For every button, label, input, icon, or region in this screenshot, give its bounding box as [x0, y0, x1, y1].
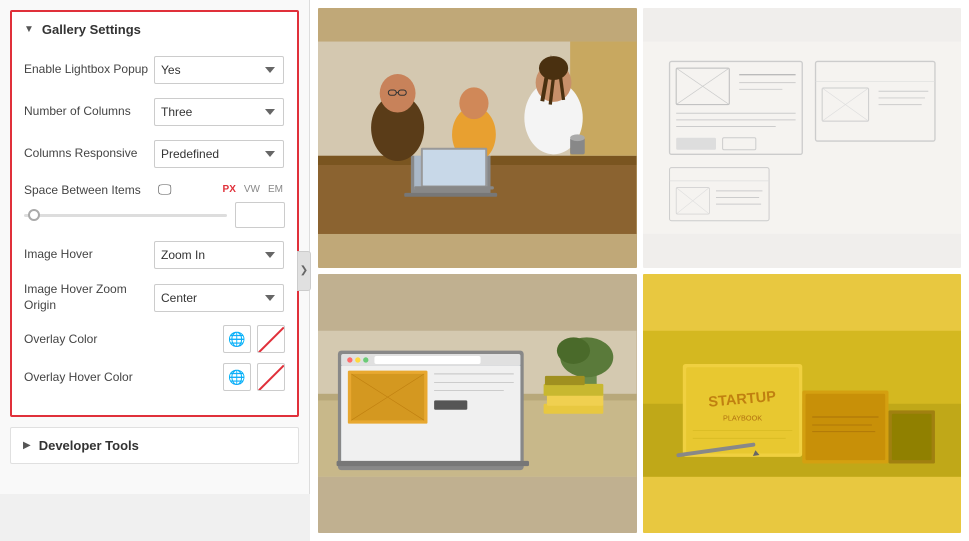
developer-tools-header[interactable]: ▶ Developer Tools	[11, 428, 298, 463]
enable-lightbox-label: Enable Lightbox Popup	[24, 62, 154, 78]
gallery-item-team	[318, 8, 637, 268]
image-hover-zoom-origin-row: Image Hover Zoom Origin Center Top Botto…	[24, 282, 285, 313]
sketch-photo-svg	[643, 8, 962, 268]
left-panel: ▼ Gallery Settings Enable Lightbox Popup…	[0, 0, 310, 541]
enable-lightbox-row: Enable Lightbox Popup Yes No	[24, 55, 285, 85]
number-of-columns-label: Number of Columns	[24, 104, 154, 120]
columns-responsive-control: Predefined Custom	[154, 140, 285, 168]
gallery-settings-title: Gallery Settings	[42, 22, 141, 37]
monitor-icon: 🖵	[158, 181, 172, 198]
overlay-hover-color-row: Overlay Hover Color 🌐	[24, 363, 285, 391]
image-hover-zoom-origin-select[interactable]: Center Top Bottom Left Right	[154, 284, 284, 312]
overlay-hover-color-swatch-button[interactable]	[257, 363, 285, 391]
developer-tools-expand-icon: ▶	[23, 440, 31, 451]
space-row-top: Space Between Items 🖵 PX VW EM	[24, 181, 285, 198]
gallery-layout: STARTUP PLAYBOOK	[310, 0, 969, 541]
gallery-settings-body: Enable Lightbox Popup Yes No Number of C…	[12, 47, 297, 415]
columns-responsive-label: Columns Responsive	[24, 146, 154, 162]
image-hover-label: Image Hover	[24, 247, 154, 263]
laptop-photo-svg	[318, 274, 637, 534]
overlay-hover-color-swatch	[258, 364, 284, 390]
team-photo-svg	[318, 8, 637, 268]
unit-px-button[interactable]: PX	[221, 183, 238, 196]
overlay-hover-color-global-button[interactable]: 🌐	[223, 363, 251, 391]
gallery-item-startup: STARTUP PLAYBOOK	[643, 274, 962, 534]
overlay-color-row: Overlay Color 🌐	[24, 325, 285, 353]
gallery-settings-collapse-icon: ▼	[24, 24, 34, 35]
enable-lightbox-select[interactable]: Yes No	[154, 56, 284, 84]
overlay-color-swatch-button[interactable]	[257, 325, 285, 353]
developer-tools-title: Developer Tools	[39, 438, 139, 453]
enable-lightbox-control: Yes No	[154, 56, 285, 84]
overlay-color-swatch	[258, 326, 284, 352]
overlay-color-diagonal	[258, 326, 284, 352]
overlay-color-label: Overlay Color	[24, 332, 154, 346]
image-hover-zoom-origin-control: Center Top Bottom Left Right	[154, 284, 285, 312]
space-between-items-label: Space Between Items	[24, 183, 154, 197]
settings-panel: ▼ Gallery Settings Enable Lightbox Popup…	[0, 0, 310, 494]
image-hover-control: None Zoom In Zoom Out Blur Grayscale	[154, 241, 285, 269]
gallery-top-row	[318, 8, 961, 268]
collapse-chevron-icon: ❯	[300, 265, 308, 276]
gallery-item-sketch	[643, 8, 962, 268]
number-of-columns-select[interactable]: One Two Three Four Five	[154, 98, 284, 126]
gallery-settings-header[interactable]: ▼ Gallery Settings	[12, 12, 297, 47]
image-hover-row: Image Hover None Zoom In Zoom Out Blur G…	[24, 240, 285, 270]
panel-collapse-handle[interactable]: ❯	[297, 251, 311, 291]
unit-buttons: PX VW EM	[221, 183, 285, 196]
overlay-hover-color-controls: 🌐	[223, 363, 285, 391]
unit-vw-button[interactable]: VW	[242, 183, 262, 196]
space-slider-thumb[interactable]	[28, 209, 40, 221]
space-row-bottom	[24, 202, 285, 228]
startup-photo-svg: STARTUP PLAYBOOK	[643, 274, 962, 534]
space-slider-container	[24, 205, 227, 225]
space-between-items-row: Space Between Items 🖵 PX VW EM	[24, 181, 285, 228]
gallery-item-laptop	[318, 274, 637, 534]
gallery-settings-section: ▼ Gallery Settings Enable Lightbox Popup…	[10, 10, 299, 417]
gallery-preview-panel: STARTUP PLAYBOOK	[310, 0, 969, 541]
image-hover-select[interactable]: None Zoom In Zoom Out Blur Grayscale	[154, 241, 284, 269]
number-of-columns-control: One Two Three Four Five	[154, 98, 285, 126]
columns-responsive-select[interactable]: Predefined Custom	[154, 140, 284, 168]
gallery-bottom-row: STARTUP PLAYBOOK	[318, 274, 961, 534]
developer-tools-section: ▶ Developer Tools	[10, 427, 299, 464]
space-input[interactable]	[235, 202, 285, 228]
unit-em-button[interactable]: EM	[266, 183, 285, 196]
svg-text:PLAYBOOK: PLAYBOOK	[722, 413, 761, 422]
overlay-hover-color-label: Overlay Hover Color	[24, 370, 154, 384]
space-slider-track	[24, 214, 227, 217]
image-hover-zoom-origin-label: Image Hover Zoom Origin	[24, 282, 154, 313]
overlay-color-global-button[interactable]: 🌐	[223, 325, 251, 353]
overlay-color-controls: 🌐	[223, 325, 285, 353]
number-of-columns-row: Number of Columns One Two Three Four Fiv…	[24, 97, 285, 127]
overlay-hover-color-diagonal	[258, 364, 284, 390]
columns-responsive-row: Columns Responsive Predefined Custom	[24, 139, 285, 169]
